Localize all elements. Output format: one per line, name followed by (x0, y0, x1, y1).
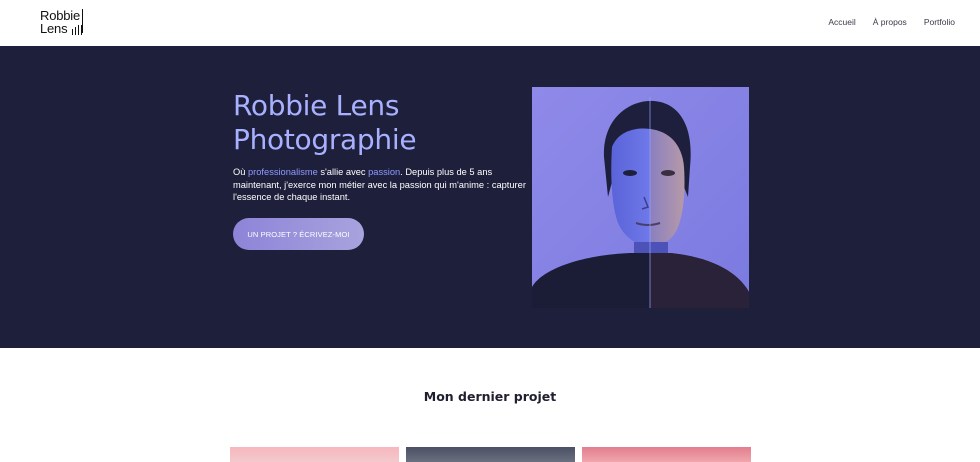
main-nav: Accueil À propos Portfolio (828, 17, 955, 27)
hero-desc-text-2: s'allie avec (317, 167, 369, 177)
hero-desc-highlight-passion: passion (368, 167, 401, 177)
hero-title: Robbie Lens Photographie (233, 89, 417, 156)
project-thumbnail-2[interactable] (406, 447, 575, 462)
hero-portrait-image (532, 87, 749, 308)
project-thumbnail-3[interactable] (582, 447, 751, 462)
logo[interactable]: Robbie Lens (40, 9, 100, 37)
contact-cta-button[interactable]: UN PROJET ? ÉCRIVEZ-MOI (233, 218, 364, 250)
hero-desc-text-1: Où (233, 167, 248, 177)
hero-desc-highlight-professionalism: professionalisme (248, 167, 318, 177)
portrait-illustration (532, 87, 749, 308)
nav-item-a-propos[interactable]: À propos (873, 17, 907, 27)
nav-item-portfolio[interactable]: Portfolio (924, 17, 955, 27)
section-title-latest-project: Mon dernier projet (423, 389, 557, 404)
nav-item-accueil[interactable]: Accueil (828, 17, 855, 27)
project-thumbnail-1[interactable] (230, 447, 399, 462)
logo-bars-icon (70, 25, 86, 35)
site-header: Robbie Lens Accueil À propos Portfolio (0, 0, 980, 46)
hero-description: Où professionalisme s'allie avec passion… (233, 166, 528, 204)
